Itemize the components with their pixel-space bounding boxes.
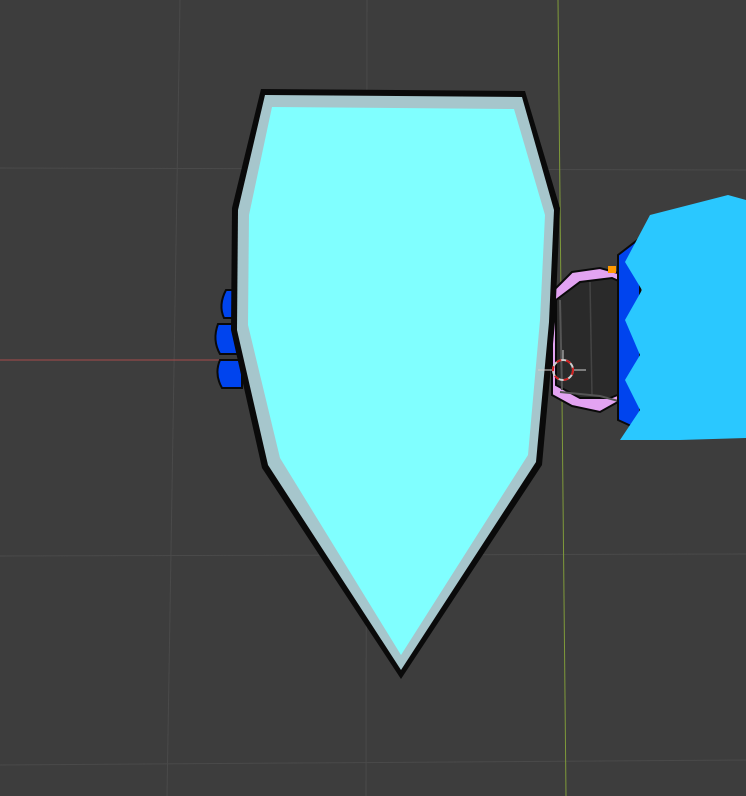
grid-line-horizontal [0,759,746,766]
arm[interactable] [551,266,626,414]
grid-line-vertical [166,0,181,796]
body-cape[interactable] [617,195,746,440]
arm-accent [608,266,616,273]
shield-face [248,107,545,655]
cape-body [620,195,746,440]
viewport-canvas[interactable] [0,0,746,796]
3d-viewport[interactable] [0,0,746,796]
finger [216,359,243,389]
shield[interactable] [231,89,560,679]
